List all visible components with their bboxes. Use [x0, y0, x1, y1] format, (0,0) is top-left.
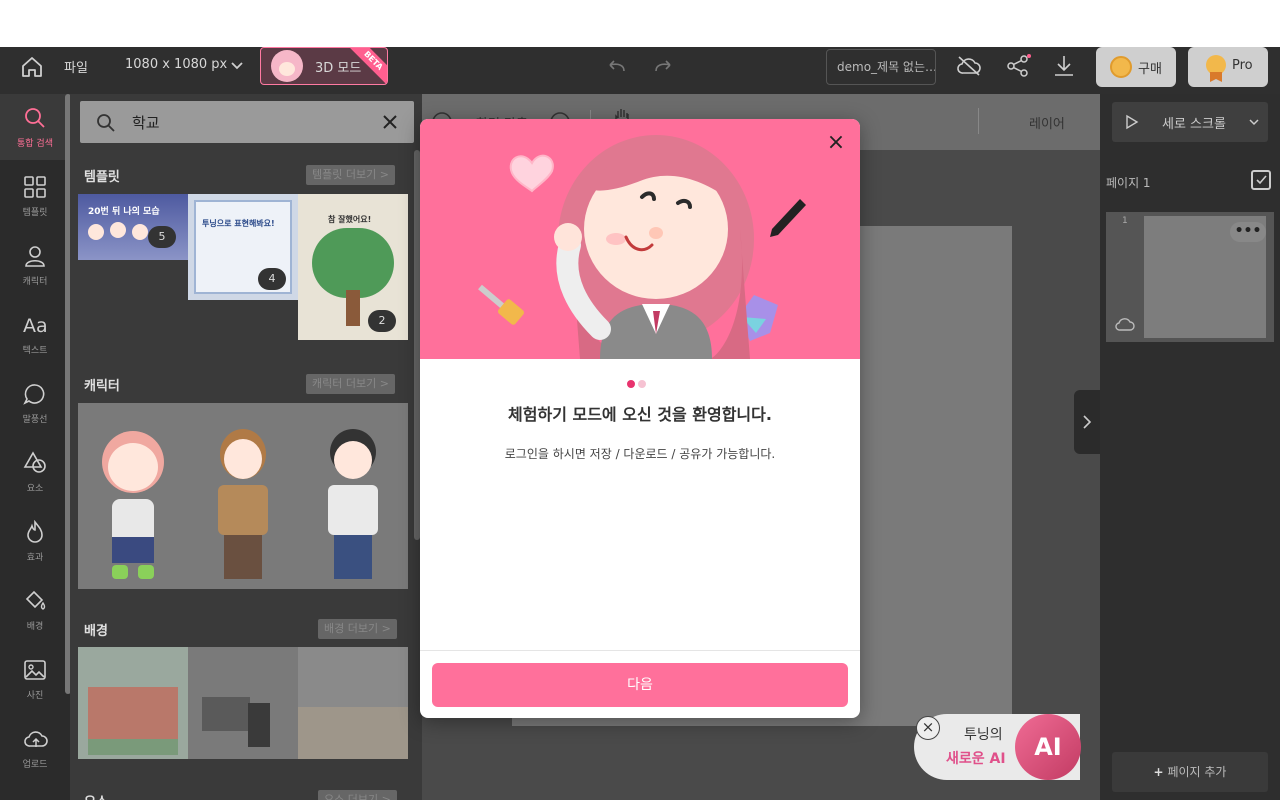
heart-icon [509, 154, 554, 193]
modal-title: 체험하기 모드에 오신 것을 환영합니다. [508, 405, 772, 424]
character-illustration [478, 135, 806, 359]
close-icon[interactable]: × [826, 132, 846, 154]
next-button[interactable]: 다음 [432, 663, 848, 707]
welcome-illustration: × [420, 119, 860, 359]
pager-dot[interactable] [638, 380, 646, 388]
modal-description: 로그인을 하시면 저장 / 다운로드 / 공유가 가능합니다. [504, 447, 776, 461]
top-blank-area [0, 0, 1280, 47]
modal-divider [420, 650, 860, 651]
welcome-modal: × 체험하기 모드에 오신 것을 환영합니다. 로그인을 하시면 저장 / 다운… [420, 119, 860, 718]
slide-pager [627, 373, 649, 392]
pen-icon [770, 199, 806, 237]
pager-dot[interactable] [627, 380, 635, 388]
